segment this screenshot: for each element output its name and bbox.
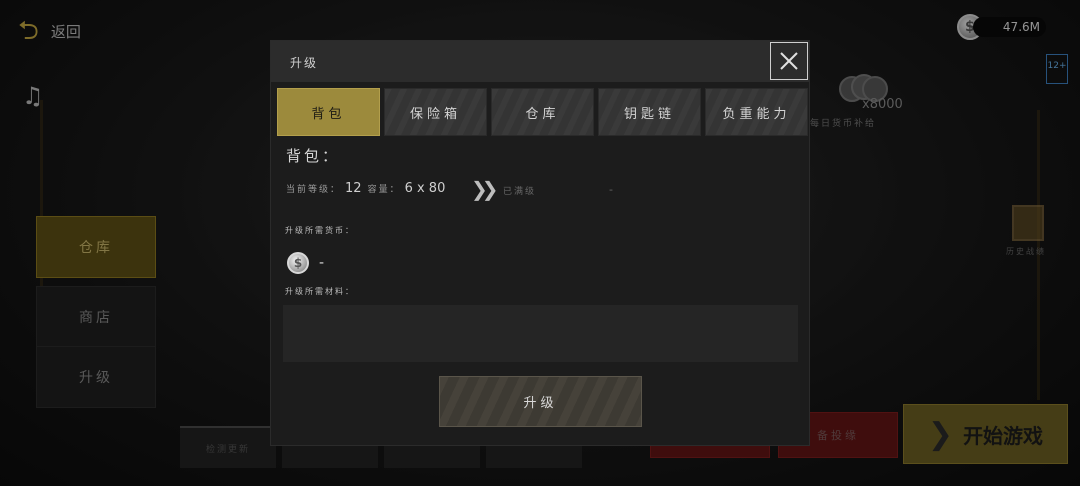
close-button[interactable] [770,42,808,80]
silver-coin-icon: $ [287,252,309,274]
tab-warehouse[interactable]: 仓库 [491,88,594,136]
currency-required-row: $ - [287,252,324,274]
dialog-title: 升级 [290,56,319,70]
tab-safe-box[interactable]: 保险箱 [384,88,487,136]
max-level-label: 已满级 [503,187,537,197]
tab-backpack[interactable]: 背包 [277,88,380,136]
level-label: 当前等级： [286,185,342,195]
next-level-value: - [609,183,613,196]
upgrade-tabs: 背包 保险箱 仓库 钥匙链 负重能力 [277,88,808,136]
material-required-label: 升级所需材料： [285,287,355,296]
materials-list [283,305,798,362]
currency-required-value: - [319,255,325,271]
upgrade-button[interactable]: 升级 [439,376,642,427]
currency-required-label: 升级所需货币： [285,226,355,235]
double-chevron-right-icon: ❯❯ [471,177,498,201]
capacity-label: 容量： [367,185,401,195]
tab-load-capacity[interactable]: 负重能力 [705,88,808,136]
capacity-value: 6 x 80 [404,181,446,196]
tab-keychain[interactable]: 钥匙链 [598,88,701,136]
level-info: 当前等级： 12 容量： 6 x 80 [286,181,451,196]
level-value: 12 [345,181,362,196]
close-icon [780,52,798,70]
section-title: 背包： [286,147,341,165]
upgrade-dialog: 升级 背包 保险箱 仓库 钥匙链 负重能力 背包： 当前等级： 12 容量： 6… [270,40,810,446]
dialog-header: 升级 [271,41,809,82]
